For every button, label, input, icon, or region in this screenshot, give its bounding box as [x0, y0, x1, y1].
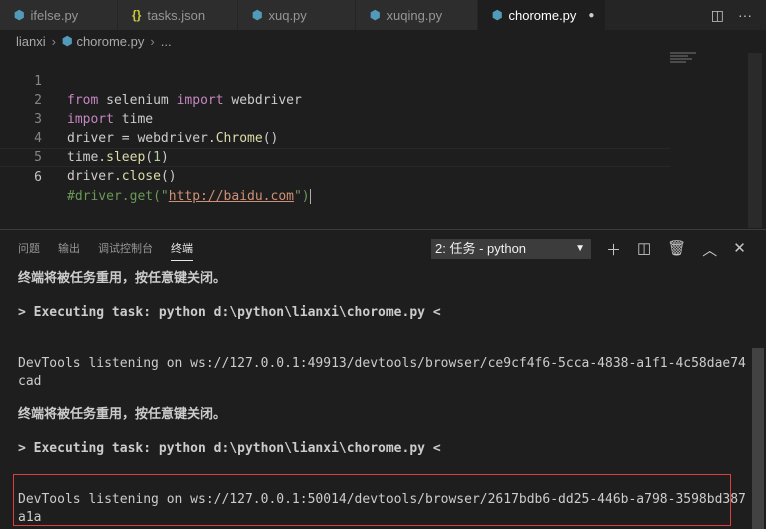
- new-terminal-icon[interactable]: ＋: [606, 239, 621, 260]
- close-panel-icon[interactable]: ✕: [733, 239, 746, 260]
- code-line-current: 6 #driver.get("http://baidu.com"): [0, 148, 670, 204]
- chevron-right-icon: ›: [150, 33, 155, 49]
- tab-label: xuqing.py: [386, 7, 443, 23]
- tab-label: xuq.py: [268, 7, 307, 23]
- line-number: 6: [34, 170, 42, 185]
- chevron-right-icon: ›: [51, 33, 56, 49]
- breadcrumb: lianxi › ⬢ chorome.py › ...: [0, 30, 766, 52]
- text-cursor: [309, 189, 311, 204]
- breadcrumb-file[interactable]: chorome.py: [76, 34, 144, 49]
- bottom-panel: 问题 输出 调试控制台 终端 2: 任务 - python ▼ ＋ ◫ 🗑 ︿ …: [0, 229, 766, 529]
- code-link[interactable]: http://baidu.com: [169, 189, 294, 204]
- code-token: "): [293, 189, 310, 204]
- tab-output[interactable]: 输出: [58, 240, 80, 261]
- code-token: #driver.get(": [67, 189, 169, 204]
- terminal-scrollbar[interactable]: [752, 348, 764, 529]
- code-editor[interactable]: 1 from selenium import webdriver 2 impor…: [0, 53, 766, 228]
- editor-tab-bar: ⬢ ifelse.py {} tasks.json ⬢ xuq.py ⬢ xuq…: [0, 0, 766, 30]
- terminal-line: > Executing task: python d:\python\lianx…: [18, 441, 441, 456]
- breadcrumb-folder[interactable]: lianxi: [16, 34, 46, 49]
- terminal-line: > Executing task: python d:\python\lianx…: [18, 305, 441, 320]
- tab-chorome[interactable]: ⬢ chorome.py ●: [478, 0, 606, 30]
- json-icon: {}: [132, 8, 142, 22]
- chevron-down-icon: ▼: [575, 243, 585, 254]
- terminal-select-value: 2: 任务 - python: [435, 241, 527, 256]
- terminal-line: 终端将被任务重用，按任意键关闭。: [18, 271, 227, 286]
- tab-xuqing[interactable]: ⬢ xuqing.py: [356, 0, 478, 30]
- panel-tabs: 问题 输出 调试控制台 终端: [18, 240, 193, 261]
- python-icon: ⬢: [492, 8, 503, 22]
- tab-label: tasks.json: [147, 7, 206, 23]
- code-token: close: [121, 169, 161, 184]
- editor-scrollbar[interactable]: [748, 53, 762, 228]
- code-line: 2 import time: [0, 72, 670, 127]
- python-icon: ⬢: [14, 8, 25, 22]
- code-line: 5 driver.close(): [0, 129, 670, 184]
- terminal-select[interactable]: 2: 任务 - python ▼: [431, 239, 591, 259]
- code-line: 1 from selenium import webdriver: [0, 53, 670, 108]
- code-line: 3 driver = webdriver.Chrome(): [0, 91, 670, 146]
- tab-problems[interactable]: 问题: [18, 240, 40, 261]
- terminal-line: DevTools listening on ws://127.0.0.1:499…: [18, 356, 746, 371]
- tab-label: ifelse.py: [30, 7, 79, 23]
- more-actions-icon[interactable]: ···: [738, 7, 752, 23]
- tab-debug-console[interactable]: 调试控制台: [98, 240, 153, 261]
- split-terminal-icon[interactable]: ◫: [637, 239, 651, 260]
- minimap[interactable]: [670, 52, 700, 66]
- code-line: 4 time.sleep(1): [0, 110, 670, 165]
- python-icon: ⬢: [370, 8, 381, 22]
- tab-terminal[interactable]: 终端: [171, 240, 193, 261]
- editor-actions: ◫ ···: [711, 0, 766, 30]
- code-token: (): [160, 169, 177, 184]
- tab-ifelse[interactable]: ⬢ ifelse.py: [0, 0, 118, 30]
- python-icon: ⬢: [61, 34, 73, 48]
- trash-icon[interactable]: 🗑: [667, 239, 686, 260]
- python-icon: ⬢: [252, 8, 263, 22]
- tab-xuq[interactable]: ⬢ xuq.py: [238, 0, 356, 30]
- highlight-box: [13, 474, 731, 526]
- code-token: driver.: [67, 169, 122, 184]
- maximize-panel-icon[interactable]: ︿: [702, 239, 717, 260]
- terminal-line: 终端将被任务重用，按任意键关闭。: [18, 407, 227, 422]
- tab-label: chorome.py: [508, 7, 577, 23]
- split-editor-icon[interactable]: ◫: [711, 7, 724, 24]
- tab-tasks-json[interactable]: {} tasks.json: [118, 0, 238, 30]
- panel-actions: ＋ ◫ 🗑 ︿ ✕: [606, 239, 746, 260]
- unsaved-dot-icon[interactable]: ●: [588, 10, 594, 21]
- breadcrumb-tail[interactable]: ...: [161, 34, 172, 49]
- terminal-line: cad: [18, 374, 42, 389]
